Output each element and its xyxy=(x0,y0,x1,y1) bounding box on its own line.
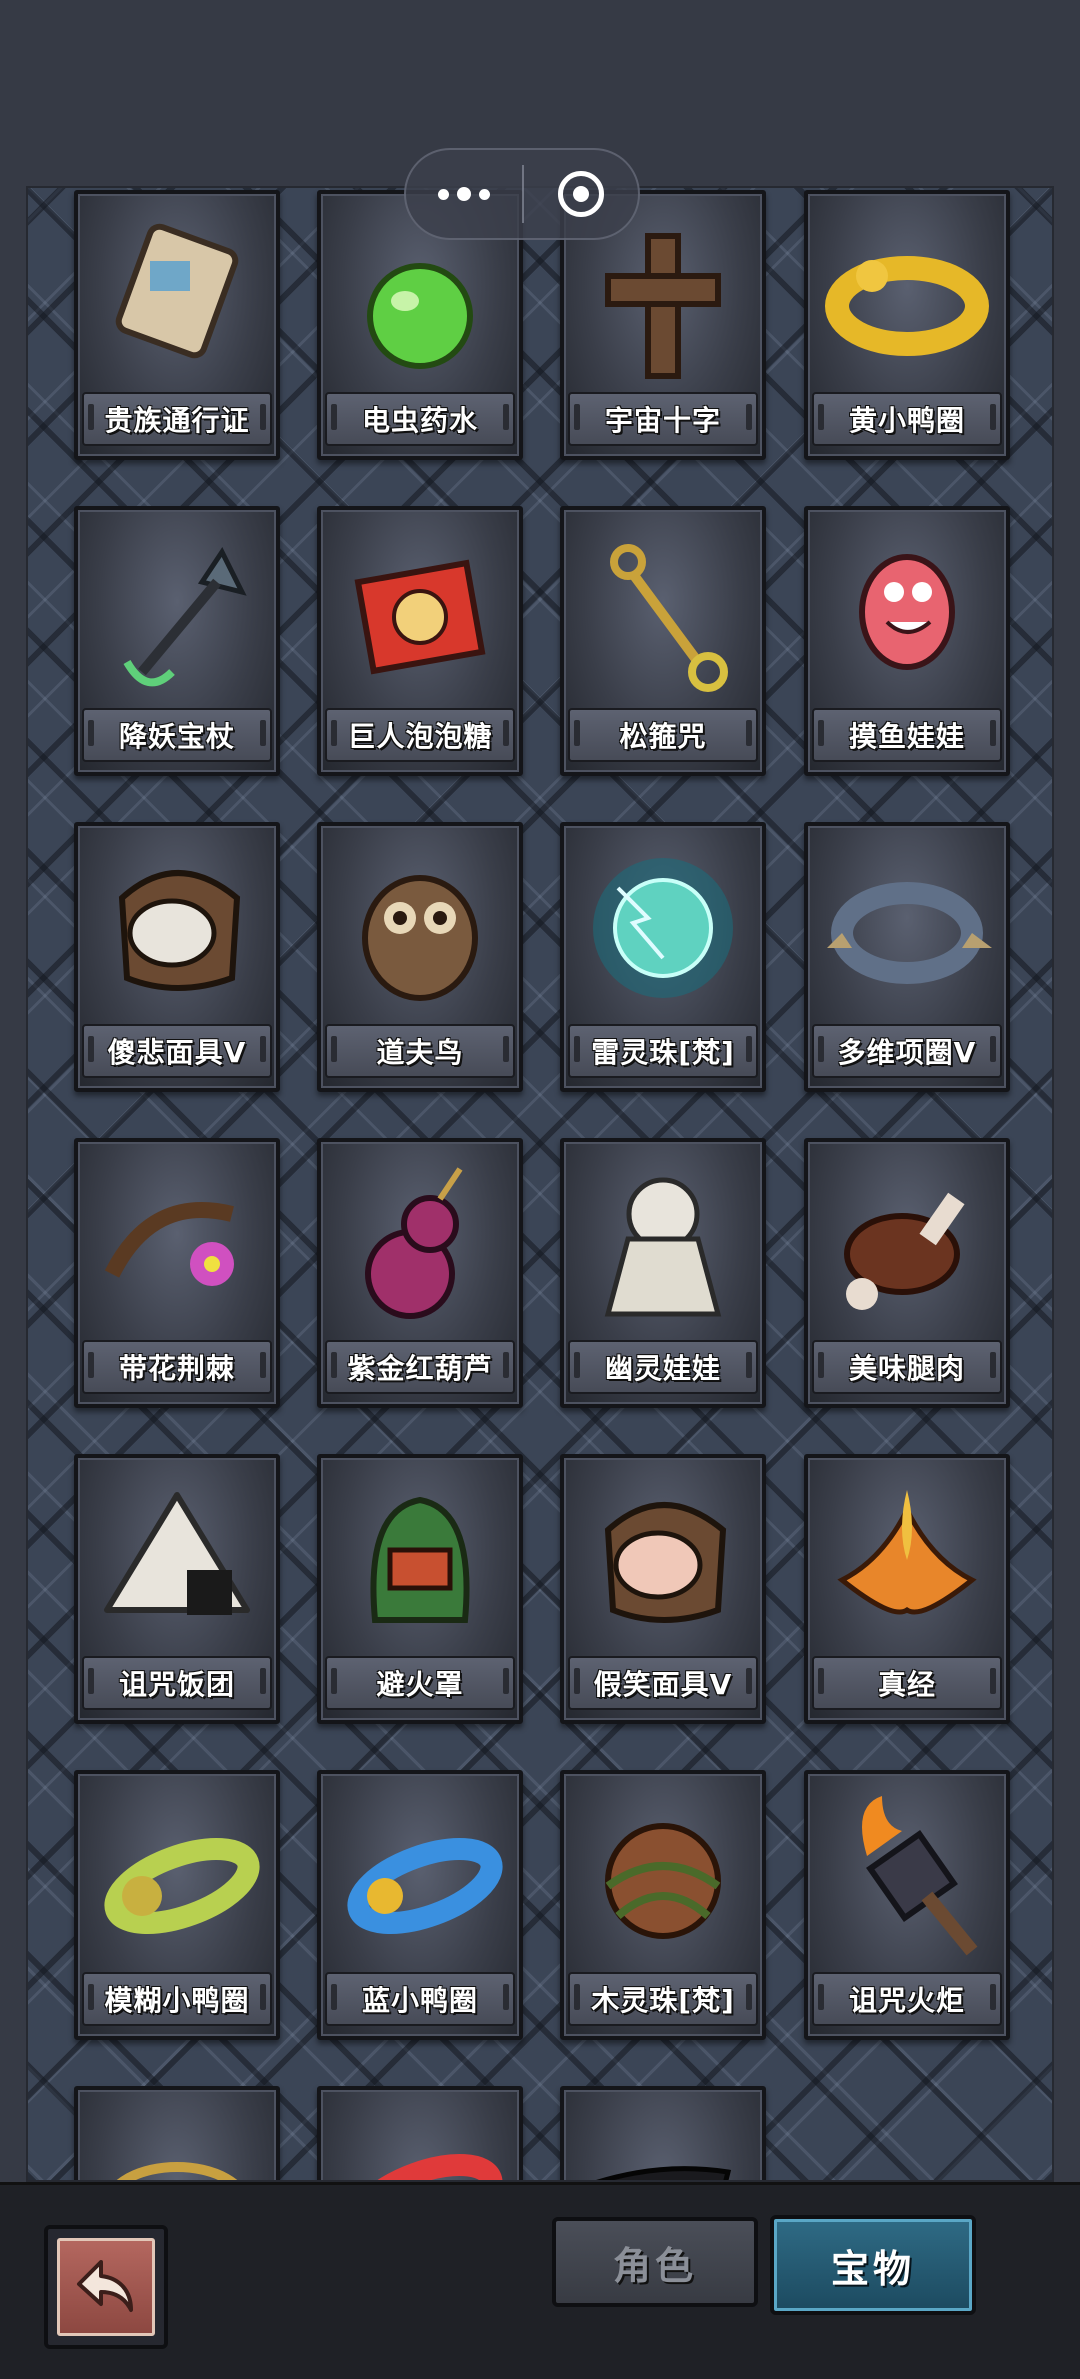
noble-pass-icon xyxy=(92,206,262,386)
record-target-icon[interactable] xyxy=(524,171,638,217)
treasure-slot[interactable]: 贵族通行证 xyxy=(74,190,280,460)
treasure-slot[interactable]: 雷灵珠[梵] xyxy=(560,822,766,1092)
treasure-slot[interactable]: 带花荆棘 xyxy=(74,1138,280,1408)
treasure-slot[interactable]: 假笑面具V xyxy=(560,1454,766,1724)
sunglasses-icon xyxy=(578,2102,748,2180)
ghost-doll-icon xyxy=(578,1154,748,1334)
treasure-slot[interactable]: 美味腿肉 xyxy=(804,1138,1010,1408)
treasure-slot[interactable] xyxy=(317,2086,523,2180)
treasure-slot[interactable]: 诅咒火炬 xyxy=(804,1770,1010,2040)
more-dots-icon[interactable] xyxy=(406,150,522,238)
smile-mask-icon xyxy=(578,1470,748,1650)
treasure-slot[interactable]: 傻悲面具V xyxy=(74,822,280,1092)
treasure-slot[interactable]: 巨人泡泡糖 xyxy=(317,506,523,776)
rice-ball-icon xyxy=(92,1470,262,1650)
blurry-duck-ring-icon xyxy=(92,1786,262,1966)
treasure-slot[interactable]: 诅咒饭团 xyxy=(74,1454,280,1724)
treasure-name: 木灵珠[梵] xyxy=(568,1972,758,2026)
treasure-name: 美味腿肉 xyxy=(812,1340,1002,1394)
treasure-name: 紫金红葫芦 xyxy=(325,1340,515,1394)
spiked-collar-icon xyxy=(822,838,992,1018)
thunder-orb-icon xyxy=(578,838,748,1018)
treasure-slot[interactable]: 降妖宝杖 xyxy=(74,506,280,776)
treasure-name: 傻悲面具V xyxy=(82,1024,272,1078)
gourd-icon xyxy=(335,1154,505,1334)
owl-icon xyxy=(335,838,505,1018)
treasure-name: 避火罩 xyxy=(325,1656,515,1710)
treasure-slot[interactable]: 道夫鸟 xyxy=(317,822,523,1092)
red-duck-ring-icon xyxy=(335,2102,505,2180)
treasure-name: 带花荆棘 xyxy=(82,1340,272,1394)
treasure-slot[interactable]: 避火罩 xyxy=(317,1454,523,1724)
yellow-duck-ring-icon xyxy=(822,206,992,386)
treasure-name: 黄小鸭圈 xyxy=(812,392,1002,446)
bottom-bar: 角色 宝物 xyxy=(0,2182,1080,2379)
treasure-slot[interactable]: 真经 xyxy=(804,1454,1010,1724)
treasure-slot[interactable]: 松箍咒 xyxy=(560,506,766,776)
treasure-slot[interactable]: 模糊小鸭圈 xyxy=(74,1770,280,2040)
treasure-slot[interactable]: 紫金红葫芦 xyxy=(317,1138,523,1408)
treasure-name: 诅咒火炬 xyxy=(812,1972,1002,2026)
treasure-name: 幽灵娃娃 xyxy=(568,1340,758,1394)
treasure-name: 多维项圈V xyxy=(812,1024,1002,1078)
sad-mask-icon xyxy=(92,838,262,1018)
treasure-name: 真经 xyxy=(812,1656,1002,1710)
wood-orb-icon xyxy=(578,1786,748,1966)
blue-duck-ring-icon xyxy=(335,1786,505,1966)
treasure-grid-panel[interactable]: 贵族通行证 电虫药水 宇宙十字 黄小鸭圈降妖宝杖 巨人泡泡糖 松箍咒 摸鱼娃娃傻悲面具V 道夫… xyxy=(26,186,1054,2182)
tab-role[interactable]: 角色 xyxy=(552,2217,758,2307)
pink-doll-icon xyxy=(822,522,992,702)
treasure-name: 宇宙十字 xyxy=(568,392,758,446)
treasure-slot[interactable]: 黄小鸭圈 xyxy=(804,190,1010,460)
tab-treasure[interactable]: 宝物 xyxy=(770,2215,976,2315)
treasure-name: 松箍咒 xyxy=(568,708,758,762)
treasure-slot[interactable]: 木灵珠[梵] xyxy=(560,1770,766,2040)
treasure-slot[interactable]: 幽灵娃娃 xyxy=(560,1138,766,1408)
treasure-name: 雷灵珠[梵] xyxy=(568,1024,758,1078)
treasure-name: 蓝小鸭圈 xyxy=(325,1972,515,2026)
mini-program-capsule xyxy=(404,148,640,240)
demon-staff-icon xyxy=(92,522,262,702)
treasure-slot[interactable] xyxy=(560,2086,766,2180)
meat-leg-icon xyxy=(822,1154,992,1334)
flower-thorn-icon xyxy=(92,1154,262,1334)
back-arrow-icon xyxy=(57,2238,155,2336)
treasure-name: 诅咒饭团 xyxy=(82,1656,272,1710)
treasure-name: 贵族通行证 xyxy=(82,392,272,446)
treasure-name: 摸鱼娃娃 xyxy=(812,708,1002,762)
treasure-name: 假笑面具V xyxy=(568,1656,758,1710)
treasure-slot[interactable]: 多维项圈V xyxy=(804,822,1010,1092)
treasure-slot[interactable] xyxy=(74,2086,280,2180)
treasure-slot[interactable]: 蓝小鸭圈 xyxy=(317,1770,523,2040)
treasure-name: 巨人泡泡糖 xyxy=(325,708,515,762)
golden-key-icon xyxy=(578,522,748,702)
fire-hood-icon xyxy=(335,1470,505,1650)
treasure-name: 道夫鸟 xyxy=(325,1024,515,1078)
treasure-name: 模糊小鸭圈 xyxy=(82,1972,272,2026)
back-button[interactable] xyxy=(44,2225,168,2349)
treasure-name: 降妖宝杖 xyxy=(82,708,272,762)
gold-bracelet-icon xyxy=(92,2102,262,2180)
treasure-slot[interactable]: 摸鱼娃娃 xyxy=(804,506,1010,776)
fire-lotus-icon xyxy=(822,1470,992,1650)
treasure-name: 电虫药水 xyxy=(325,392,515,446)
bubble-gum-box-icon xyxy=(335,522,505,702)
cursed-torch-icon xyxy=(822,1786,992,1966)
